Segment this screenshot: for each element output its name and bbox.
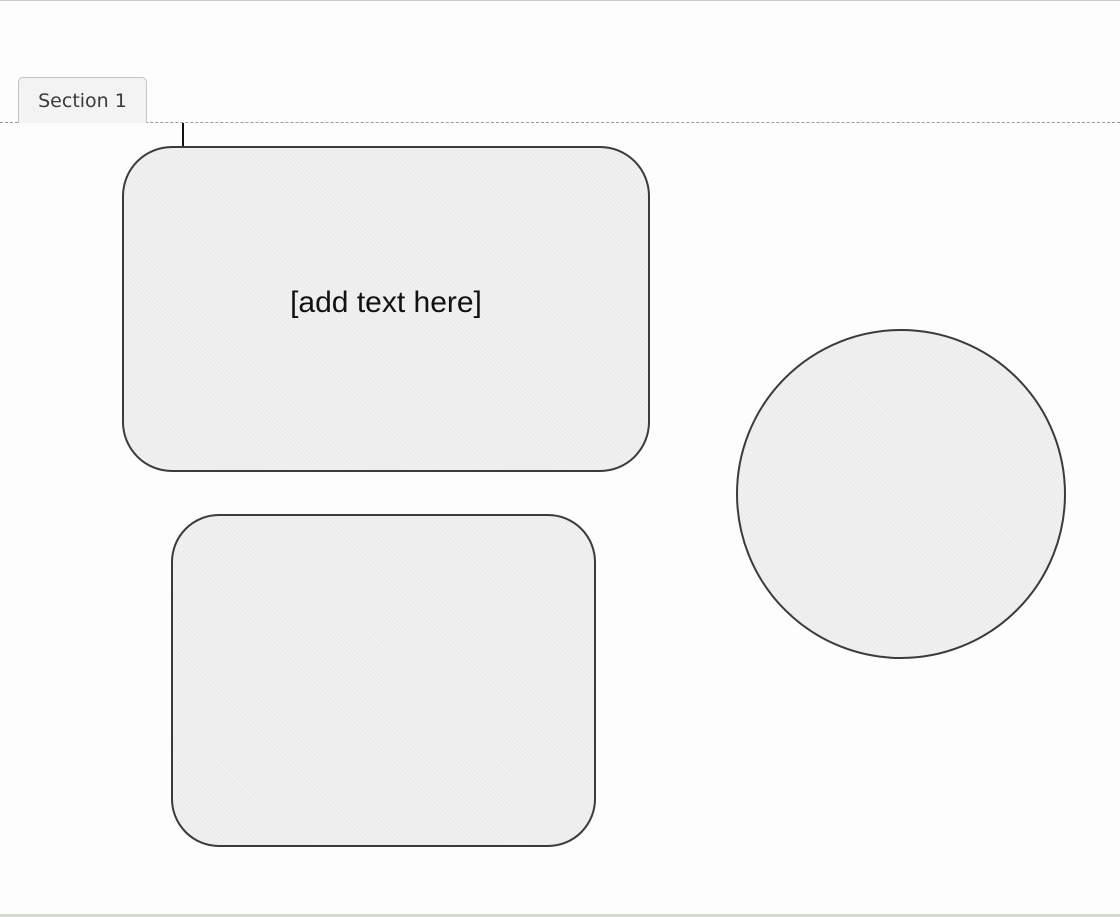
shape-text-placeholder[interactable]: [add text here]: [290, 286, 482, 320]
rounded-rectangle-shape-with-text[interactable]: [add text here]: [122, 146, 650, 472]
section-tab[interactable]: Section 1: [18, 77, 147, 123]
circle-shape[interactable]: [736, 329, 1066, 659]
section-divider: [0, 122, 1120, 123]
rounded-rectangle-shape[interactable]: [171, 514, 596, 847]
diagram-canvas[interactable]: Section 1 [add text here]: [0, 0, 1120, 917]
section-tab-label: Section 1: [38, 89, 127, 112]
text-cursor: [182, 123, 184, 147]
